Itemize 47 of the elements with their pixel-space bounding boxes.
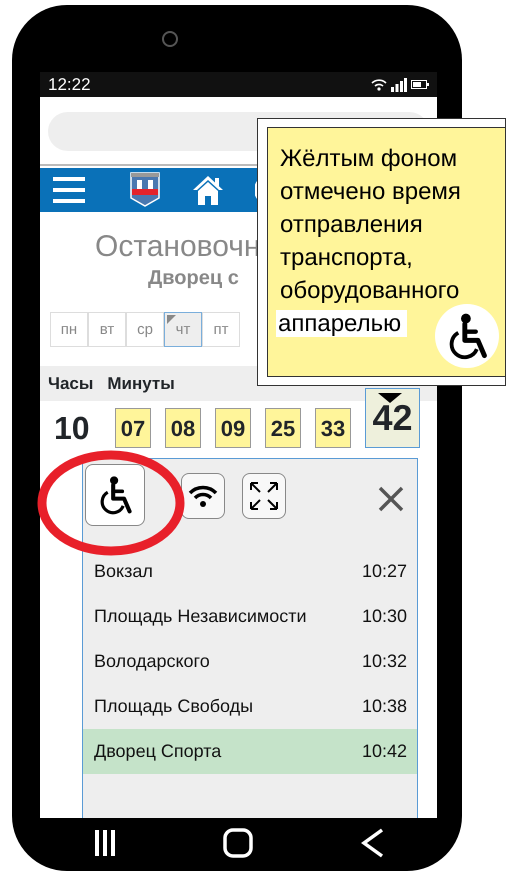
- day-tab[interactable]: пн: [50, 312, 88, 348]
- camera-icon: [162, 30, 178, 46]
- stop-row[interactable]: Дворец Спорта 10:42: [83, 729, 417, 774]
- wifi-button[interactable]: [181, 473, 225, 520]
- day-tab[interactable]: вт: [88, 312, 126, 348]
- expand-button[interactable]: [242, 473, 286, 520]
- stop-row[interactable]: Площадь Независимости 10:30: [83, 594, 417, 640]
- stop-name: Дворец с: [148, 266, 239, 292]
- callout-pointer: [378, 393, 402, 403]
- menu-icon[interactable]: [53, 175, 85, 206]
- signal-icon: [391, 78, 407, 92]
- column-header: Минуты: [107, 372, 175, 395]
- home-button-icon[interactable]: [222, 828, 252, 858]
- close-icon[interactable]: [378, 486, 404, 512]
- stop-time: 10:38: [362, 695, 407, 718]
- minute-chip[interactable]: 07: [115, 408, 151, 448]
- stop-name: Площадь Независимости: [94, 605, 307, 628]
- day-tab[interactable]: пт: [202, 312, 240, 348]
- stop-row[interactable]: Площадь Свободы 10:38: [83, 684, 417, 730]
- minute-chip[interactable]: 08: [165, 408, 201, 448]
- home-icon[interactable]: [192, 174, 224, 206]
- back-icon[interactable]: [360, 828, 384, 858]
- stop-name: Володарского: [94, 650, 210, 674]
- recent-apps-icon[interactable]: [94, 829, 116, 857]
- stop-row[interactable]: Володарского 10:32: [83, 639, 417, 684]
- stop-row[interactable]: Вокзал 10:27: [83, 549, 417, 594]
- stop-name: Дворец Спорта: [94, 740, 222, 764]
- stop-name: Вокзал: [94, 560, 153, 584]
- stop-time: 10:42: [362, 740, 407, 764]
- column-header: Часы: [48, 372, 94, 395]
- stop-time: 10:27: [362, 560, 407, 584]
- stop-name: Площадь Свободы: [94, 695, 254, 718]
- transit-logo[interactable]: [130, 172, 160, 208]
- minute-chip[interactable]: 09: [215, 408, 251, 448]
- minute-chip[interactable]: 33: [315, 408, 351, 448]
- stop-time: 10:32: [362, 650, 407, 674]
- stop-title: Остановочн: [95, 230, 260, 264]
- expand-icon: [249, 481, 279, 512]
- wheelchair-button[interactable]: [85, 464, 145, 526]
- stop-time: 10:30: [362, 605, 407, 628]
- status-time: 12:22: [48, 74, 91, 96]
- battery-icon: [411, 80, 429, 89]
- wifi-icon: [371, 78, 387, 91]
- day-tab[interactable]: ср: [126, 312, 164, 348]
- minute-chip[interactable]: 42: [365, 388, 420, 448]
- minute-chip[interactable]: 25: [265, 408, 301, 448]
- hour-label: 10: [54, 409, 91, 448]
